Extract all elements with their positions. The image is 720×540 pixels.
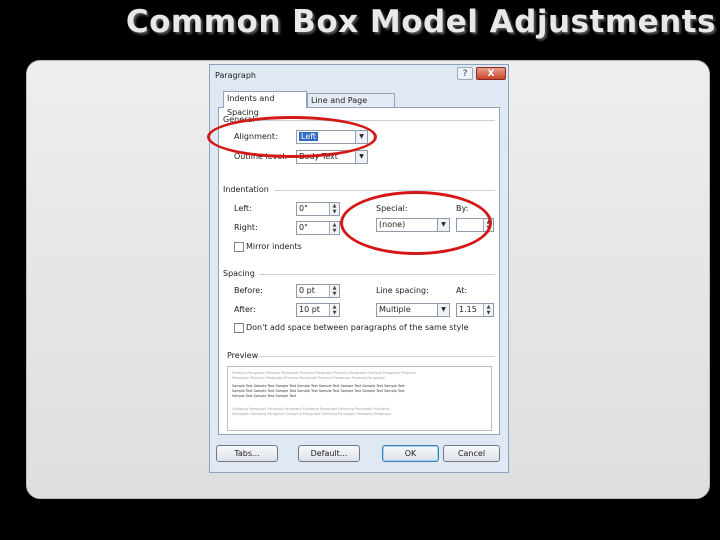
dont-add-space-checkbox[interactable] <box>234 323 244 333</box>
help-icon[interactable]: ? <box>457 67 473 80</box>
preview-following-line: Paragraph Following Paragraph Following … <box>232 412 391 416</box>
divider <box>275 190 495 191</box>
cancel-button[interactable]: Cancel <box>443 445 500 462</box>
indentation-heading: Indentation <box>223 185 269 194</box>
preview-previous-line: Paragraph Previous Paragraph Previous Pa… <box>232 376 385 380</box>
spinner-arrows-icon[interactable]: ▲ ▼ <box>329 203 339 215</box>
spinner-arrows-icon[interactable]: ▲ ▼ <box>483 304 493 316</box>
spinner-arrows-icon[interactable]: ▲ ▼ <box>329 304 339 316</box>
spinner-arrows-icon[interactable]: ▲ ▼ <box>329 285 339 297</box>
preview-heading: Preview <box>227 351 259 360</box>
at-value: 1.15 <box>459 305 477 314</box>
spinner-arrows-icon[interactable]: ▲ ▼ <box>329 222 339 234</box>
after-value: 10 pt <box>299 305 320 314</box>
dialog-titlebar: Paragraph ? X <box>210 65 508 85</box>
preview-sample-line: Sample Text Sample Text Sample Text <box>232 394 297 398</box>
left-indent-value: 0" <box>299 204 308 213</box>
annotation-circle-special <box>340 191 492 255</box>
after-label: After: <box>234 305 256 314</box>
divider <box>259 356 495 357</box>
before-value: 0 pt <box>299 286 315 295</box>
chevron-down-icon[interactable]: ▼ <box>355 151 367 163</box>
tabs-button[interactable]: Tabs... <box>216 445 278 462</box>
line-spacing-select[interactable]: Multiple ▼ <box>376 303 450 317</box>
divider <box>259 274 495 275</box>
ok-button[interactable]: OK <box>382 445 439 462</box>
before-label: Before: <box>234 286 263 295</box>
preview-previous-line: Previous Paragraph Previous Paragraph Pr… <box>232 371 416 375</box>
before-spinner[interactable]: 0 pt ▲ ▼ <box>296 284 340 298</box>
dont-add-space-label: Don't add space between paragraphs of th… <box>246 323 469 332</box>
mirror-indents-label: Mirror indents <box>246 242 302 251</box>
at-label: At: <box>456 286 468 295</box>
left-indent-spinner[interactable]: 0" ▲ ▼ <box>296 202 340 216</box>
chevron-down-icon[interactable]: ▼ <box>437 304 449 316</box>
right-indent-value: 0" <box>299 223 308 232</box>
preview-following-line: Following Paragraph Following Paragraph … <box>232 407 390 411</box>
right-indent-spinner[interactable]: 0" ▲ ▼ <box>296 221 340 235</box>
annotation-circle-general <box>207 116 377 158</box>
left-indent-label: Left: <box>234 204 252 213</box>
after-spinner[interactable]: 10 pt ▲ ▼ <box>296 303 340 317</box>
tab-indents-and-spacing[interactable]: Indents and Spacing <box>223 91 307 117</box>
preview-sample-line: Sample Text Sample Text Sample Text Samp… <box>232 384 405 388</box>
right-indent-label: Right: <box>234 223 258 232</box>
mirror-indents-checkbox[interactable] <box>234 242 244 252</box>
tab-line-and-page-breaks[interactable]: Line and Page Breaks <box>307 93 395 119</box>
line-spacing-label: Line spacing: <box>376 286 429 295</box>
default-button[interactable]: Default... <box>298 445 360 462</box>
slide-title: Common Box Model Adjustments <box>125 4 716 40</box>
line-spacing-value: Multiple <box>379 305 411 314</box>
preview-sample-line: Sample Text Sample Text Sample Text Samp… <box>232 389 405 393</box>
preview-box: Previous Paragraph Previous Paragraph Pr… <box>227 366 492 431</box>
spacing-heading: Spacing <box>223 269 255 278</box>
at-spinner[interactable]: 1.15 ▲ ▼ <box>456 303 494 317</box>
close-icon[interactable]: X <box>476 67 506 80</box>
dialog-title: Paragraph <box>215 71 256 80</box>
